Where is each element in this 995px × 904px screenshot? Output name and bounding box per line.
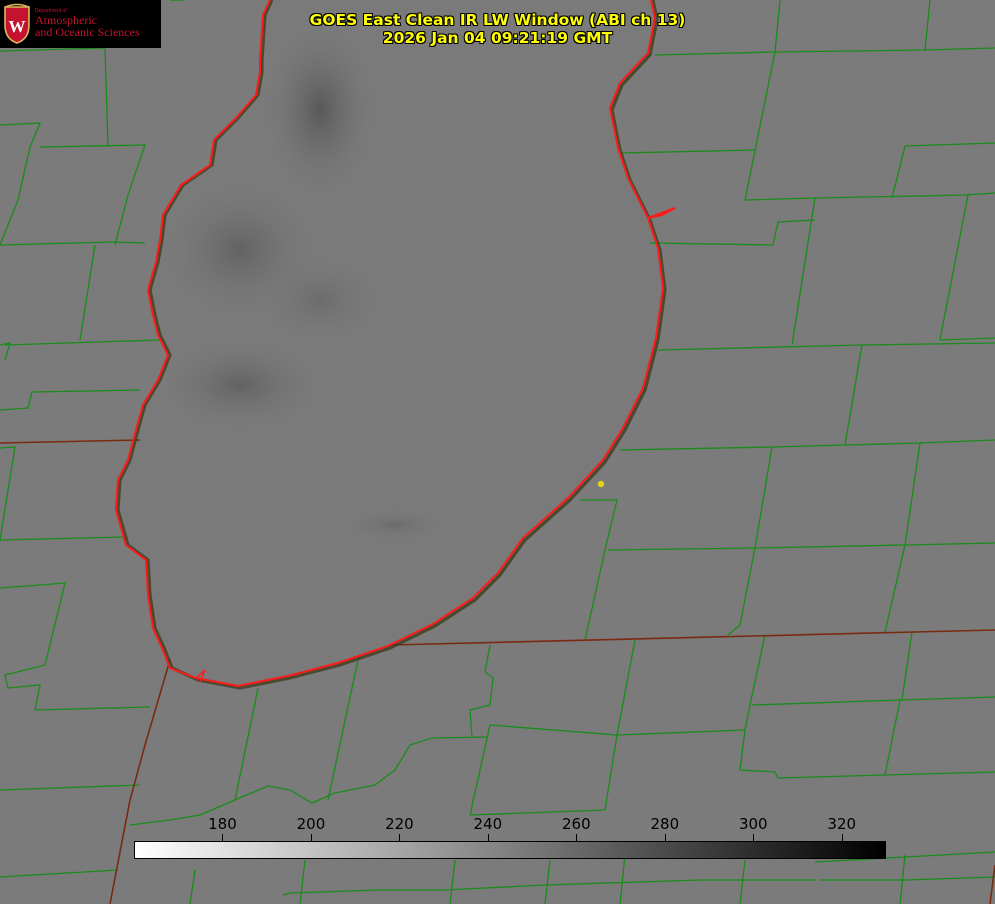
university-logo: W Department of Atmospheric and Oceanic … bbox=[0, 0, 161, 48]
colorbar-tick-mark bbox=[399, 834, 400, 841]
colorbar-tick-label: 240 bbox=[473, 815, 503, 833]
cold-cloud-mid bbox=[150, 335, 330, 435]
title-line1: GOES East Clean IR LW Window (ABI ch 13) bbox=[309, 11, 686, 29]
location-dot-icon bbox=[597, 480, 605, 488]
uw-crest-icon: W bbox=[4, 3, 30, 44]
colorbar-tick-mark bbox=[753, 834, 754, 841]
colorbar-tick-mark bbox=[665, 834, 666, 841]
logo-name-line2: and Oceanic Sciences bbox=[35, 25, 140, 39]
colorbar-tick-label: 180 bbox=[208, 815, 237, 833]
colorbar-tick-label: 260 bbox=[562, 815, 591, 833]
svg-text:W: W bbox=[9, 17, 26, 36]
colorbar-tick-mark bbox=[222, 834, 223, 841]
colorbar-tick-mark bbox=[311, 834, 312, 841]
title-line2: 2026 Jan 04 09:21:19 GMT bbox=[382, 29, 613, 47]
colorbar bbox=[134, 841, 886, 859]
cold-cloud-south bbox=[340, 507, 450, 543]
image-title: GOES East Clean IR LW Window (ABI ch 13)… bbox=[260, 11, 735, 47]
colorbar-tick-label: 280 bbox=[650, 815, 680, 833]
satellite-map bbox=[0, 0, 995, 904]
colorbar-tick-label: 320 bbox=[827, 815, 857, 833]
colorbar-tick-label: 300 bbox=[738, 815, 768, 833]
colorbar-tick-label: 220 bbox=[385, 815, 414, 833]
colorbar-tick-mark bbox=[576, 834, 577, 841]
colorbar-tick-label: 200 bbox=[296, 815, 326, 833]
colorbar-tick-mark bbox=[842, 834, 843, 841]
colorbar-tick-mark bbox=[488, 834, 489, 841]
